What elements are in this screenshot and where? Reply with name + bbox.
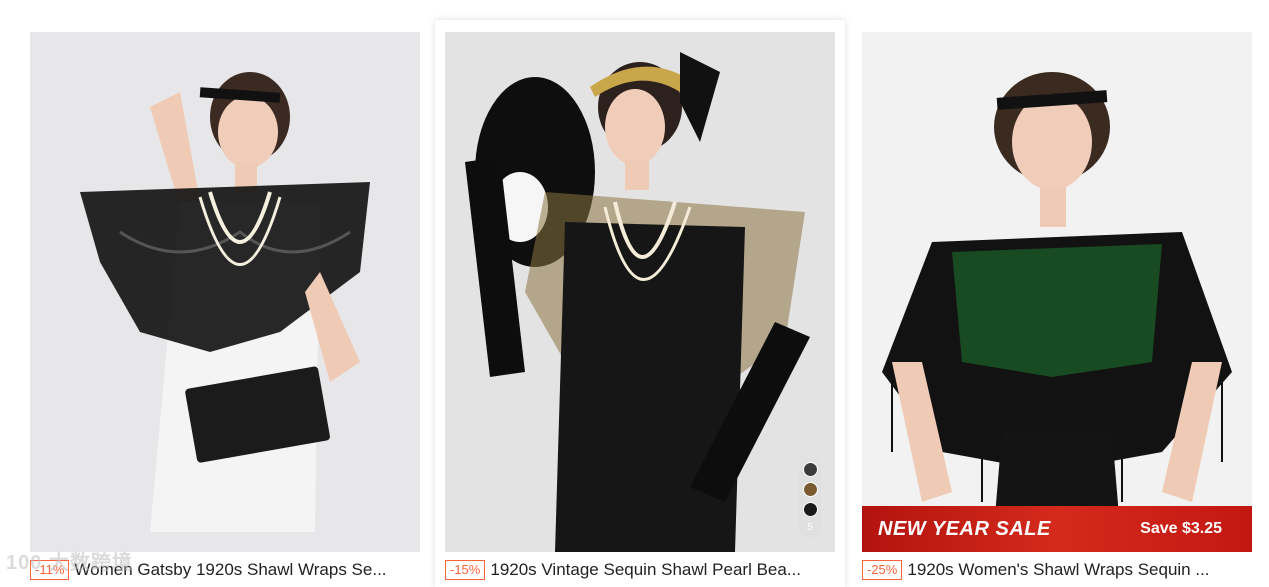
product-info-row-2: -15% 1920s Vintage Sequin Shawl Pearl Be… <box>445 558 840 582</box>
sale-banner-title: NEW YEAR SALE <box>878 517 1051 540</box>
product-title[interactable]: 1920s Vintage Sequin Shawl Pearl Bea... <box>490 560 840 580</box>
product-image-1[interactable] <box>30 32 420 552</box>
product-title[interactable]: Women Gatsby 1920s Shawl Wraps Se... <box>74 560 425 580</box>
product-title[interactable]: 1920s Women's Shawl Wraps Sequin ... <box>907 560 1257 580</box>
product-image-3[interactable]: NEW YEAR SALE Save $3.25 <box>862 32 1252 552</box>
product-info-row-3: -25% 1920s Women's Shawl Wraps Sequin ..… <box>862 558 1257 582</box>
swatch-count: 5 <box>807 522 813 533</box>
discount-badge: -25% <box>862 560 903 580</box>
discount-badge: -11% <box>30 560 70 580</box>
product-card-1[interactable]: -11% Women Gatsby 1920s Shawl Wraps Se..… <box>20 20 430 587</box>
product-card-3[interactable]: NEW YEAR SALE Save $3.25 -25% 1920s Wome… <box>852 20 1262 587</box>
product-photo-2 <box>445 32 835 552</box>
sale-banner: NEW YEAR SALE Save $3.25 <box>862 506 1252 552</box>
product-image-2[interactable]: 5 <box>445 32 835 552</box>
product-photo-1 <box>30 32 420 552</box>
sale-banner-savings: Save $3.25 <box>1140 520 1222 537</box>
product-info-row-1: -11% Women Gatsby 1920s Shawl Wraps Se..… <box>30 558 425 582</box>
swatch-2[interactable] <box>802 482 818 497</box>
swatch-3[interactable] <box>802 502 818 517</box>
color-swatches[interactable]: 5 <box>799 458 821 538</box>
product-card-2[interactable]: 5 -15% 1920s Vintage Sequin Shawl Pearl … <box>435 20 845 587</box>
discount-badge: -15% <box>445 560 486 580</box>
swatch-1[interactable] <box>802 462 818 477</box>
product-photo-3 <box>862 32 1252 552</box>
